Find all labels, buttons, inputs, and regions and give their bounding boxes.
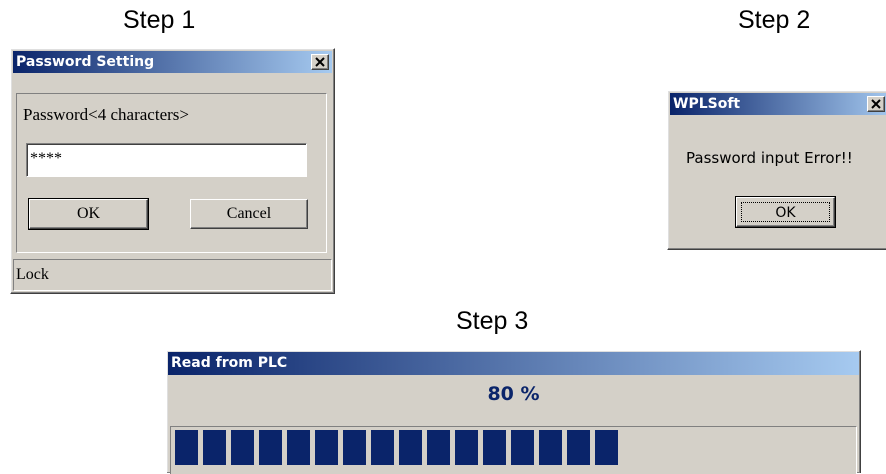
progress-segment: [483, 430, 506, 465]
progress-segment: [539, 430, 562, 465]
close-button[interactable]: [311, 54, 329, 70]
error-close-button[interactable]: [867, 96, 885, 112]
close-icon: [871, 99, 881, 109]
progress-bar: [170, 426, 857, 474]
read-from-plc-dialog: Read from PLC 80 %: [166, 350, 861, 474]
progress-segment: [287, 430, 310, 465]
error-dialog-titlebar[interactable]: WPLSoft: [670, 93, 886, 115]
progress-segment: [231, 430, 254, 465]
error-ok-label: OK: [741, 202, 830, 222]
progress-dialog-titlebar[interactable]: Read from PLC: [168, 352, 859, 375]
progress-segment: [343, 430, 366, 465]
password-setting-dialog: Password Setting Password<4 characters> …: [10, 48, 335, 294]
progress-segment: [511, 430, 534, 465]
error-message: Password input Error!!: [686, 149, 853, 167]
ok-button[interactable]: OK: [28, 198, 149, 230]
progress-segment: [371, 430, 394, 465]
progress-segment: [595, 430, 618, 465]
progress-segment: [315, 430, 338, 465]
status-bar: Lock: [13, 259, 332, 291]
error-ok-button[interactable]: OK: [735, 196, 836, 228]
progress-segment: [259, 430, 282, 465]
password-dialog-title: Password Setting: [16, 54, 155, 70]
step-2-label: Step 2: [738, 6, 811, 34]
progress-segment: [455, 430, 478, 465]
progress-segment: [203, 430, 226, 465]
progress-dialog-title: Read from PLC: [171, 355, 288, 371]
step-1-label: Step 1: [123, 6, 196, 34]
cancel-button[interactable]: Cancel: [190, 199, 308, 229]
error-dialog-title: WPLSoft: [673, 96, 741, 112]
progress-percent: 80 %: [487, 383, 540, 405]
progress-segment: [175, 430, 198, 465]
error-dialog: WPLSoft Password input Error!! OK: [667, 90, 886, 250]
password-dialog-titlebar[interactable]: Password Setting: [13, 51, 332, 73]
password-prompt-label: Password<4 characters>: [23, 105, 189, 124]
progress-segment: [427, 430, 450, 465]
progress-segment: [399, 430, 422, 465]
status-text: Lock: [16, 266, 49, 283]
close-icon: [315, 57, 325, 67]
password-input[interactable]: ****: [26, 143, 307, 177]
step-3-label: Step 3: [456, 307, 529, 335]
progress-segment: [567, 430, 590, 465]
